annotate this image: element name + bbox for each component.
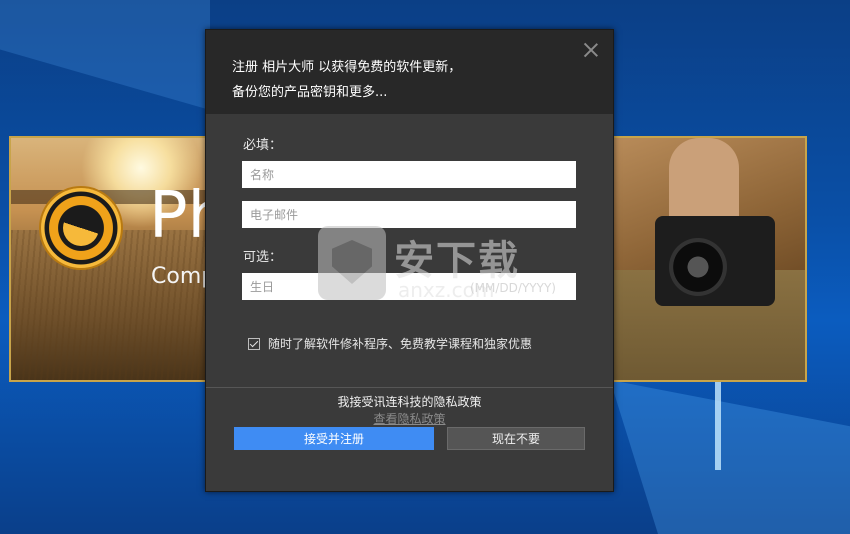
header-line-2: 备份您的产品密钥和更多... — [232, 85, 388, 100]
photographer-photo — [607, 138, 805, 380]
name-input[interactable] — [242, 161, 576, 188]
close-icon[interactable] — [583, 42, 599, 58]
email-input[interactable] — [242, 201, 576, 228]
policy-text: 我接受讯连科技的隐私政策 — [337, 395, 482, 409]
desktop-light-beam — [715, 380, 721, 470]
camera-icon — [655, 216, 775, 306]
optional-label: 可选： — [243, 250, 283, 265]
accept-register-button[interactable]: 接受并注册 — [234, 427, 434, 450]
newsletter-checkbox[interactable] — [248, 337, 260, 350]
header-line-1: 注册 相片大师 以获得免费的软件更新， — [232, 60, 462, 75]
desktop-light-beam — [610, 380, 850, 534]
app-logo-icon — [41, 188, 121, 268]
not-now-button[interactable]: 现在不要 — [447, 427, 585, 450]
dialog-header: 注册 相片大师 以获得免费的软件更新， 备份您的产品密钥和更多... — [206, 30, 613, 114]
required-label: 必填： — [243, 138, 283, 153]
date-format-hint: (MM/DD/YYYY) — [470, 281, 556, 295]
newsletter-label: 随时了解软件修补程序、免费教学课程和独家优惠 — [268, 337, 533, 351]
newsletter-row[interactable]: 随时了解软件修补程序、免费教学课程和独家优惠 — [248, 335, 532, 352]
view-policy-link[interactable]: 查看隐私政策 — [206, 410, 613, 427]
shield-icon — [318, 226, 386, 300]
divider — [206, 387, 613, 388]
desktop-light-beam — [0, 0, 210, 110]
